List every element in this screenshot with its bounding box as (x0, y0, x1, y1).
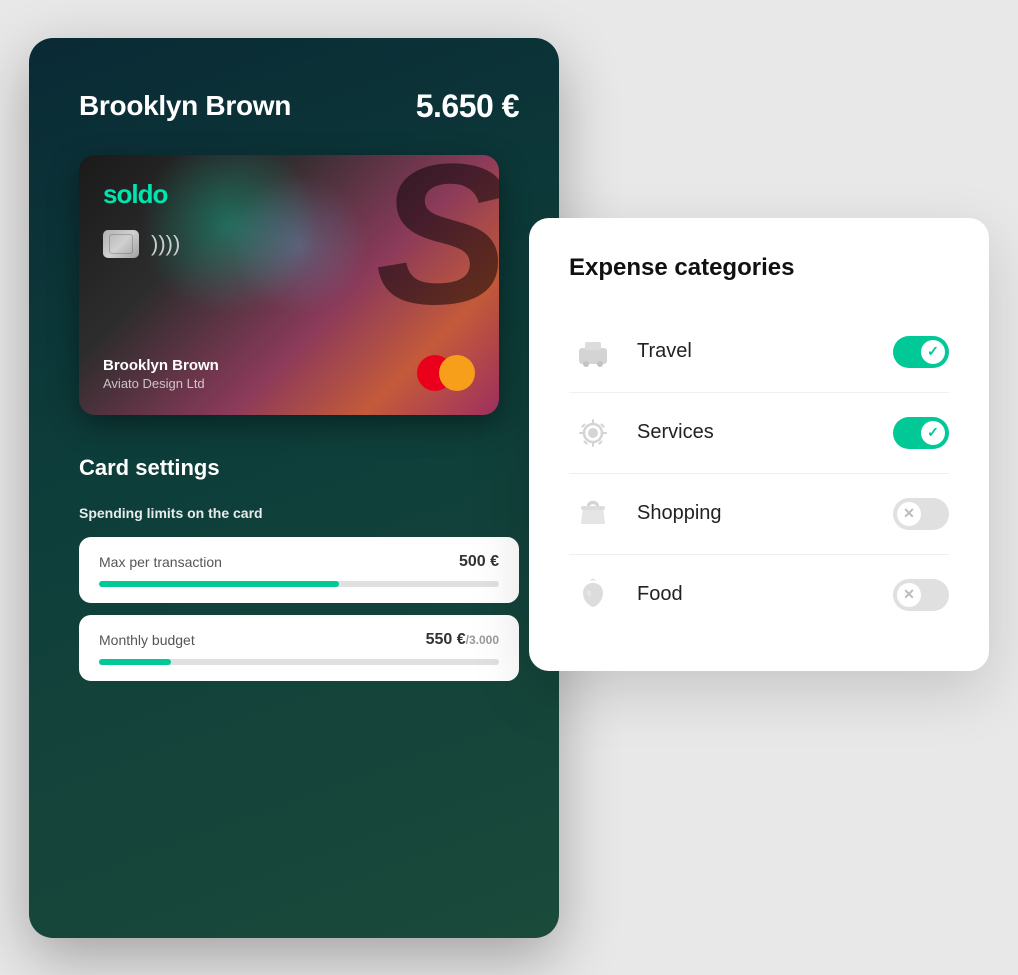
toggle-x-food: ✕ (903, 586, 915, 603)
card-holder-info: Brooklyn Brown Aviato Design Ltd (103, 357, 219, 391)
mastercard-logo (417, 355, 475, 391)
limit-row-monthly: Monthly budget 550 €/3.000 (99, 631, 499, 649)
card-header: Brooklyn Brown 5.650 € (79, 88, 519, 125)
limit-value-transaction: 500 € (459, 553, 499, 571)
toggle-travel[interactable]: ✓ (893, 336, 949, 368)
category-name-food: Food (637, 583, 893, 606)
limit-label-transaction: Max per transaction (99, 554, 222, 570)
toggle-thumb-food: ✕ (897, 583, 921, 607)
expense-panel-title: Expense categories (569, 254, 949, 282)
food-icon (569, 571, 617, 619)
card-chip-row: )))) (103, 230, 475, 258)
toggle-check-services: ✓ (927, 424, 939, 441)
toggle-track-services: ✓ (893, 417, 949, 449)
card-settings-section: Card settings Spending limits on the car… (79, 455, 519, 681)
expense-panel: Expense categories Travel ✓ (529, 218, 989, 671)
limit-value-monthly: 550 €/3.000 (426, 631, 499, 649)
card-panel: Brooklyn Brown 5.650 € soldo S )))) Broo… (29, 38, 559, 938)
toggle-check-travel: ✓ (927, 343, 939, 360)
limit-card-monthly: Monthly budget 550 €/3.000 (79, 615, 519, 681)
card-bottom: Brooklyn Brown Aviato Design Ltd (103, 355, 475, 391)
limit-card-transaction: Max per transaction 500 € (79, 537, 519, 603)
category-name-services: Services (637, 421, 893, 444)
mc-orange-circle (439, 355, 475, 391)
card-holder-name: Brooklyn Brown (103, 357, 219, 374)
travel-icon (569, 328, 617, 376)
limit-label-monthly: Monthly budget (99, 632, 195, 648)
category-item-services: Services ✓ (569, 393, 949, 474)
toggle-x-shopping: ✕ (903, 505, 915, 522)
toggle-services[interactable]: ✓ (893, 417, 949, 449)
toggle-track-shopping: ✕ (893, 498, 949, 530)
toggle-shopping[interactable]: ✕ (893, 498, 949, 530)
limit-subtext-monthly: /3.000 (466, 633, 499, 647)
card-balance: 5.650 € (416, 88, 519, 125)
toggle-thumb-travel: ✓ (921, 340, 945, 364)
toggle-track-food: ✕ (893, 579, 949, 611)
category-item-travel: Travel ✓ (569, 312, 949, 393)
toggle-thumb-services: ✓ (921, 421, 945, 445)
category-name-travel: Travel (637, 340, 893, 363)
card-owner-name: Brooklyn Brown (79, 90, 291, 122)
soldo-card: soldo S )))) Brooklyn Brown Aviato Desig… (79, 155, 499, 415)
toggle-track-travel: ✓ (893, 336, 949, 368)
toggle-thumb-shopping: ✕ (897, 502, 921, 526)
card-settings-title: Card settings (79, 455, 519, 481)
shopping-icon (569, 490, 617, 538)
progress-bar-fill-monthly (99, 659, 171, 665)
toggle-food[interactable]: ✕ (893, 579, 949, 611)
contactless-icon: )))) (151, 231, 180, 257)
soldo-logo: soldo (103, 179, 475, 210)
progress-bar-bg-monthly (99, 659, 499, 665)
category-name-shopping: Shopping (637, 502, 893, 525)
progress-bar-bg-transaction (99, 581, 499, 587)
limit-row-transaction: Max per transaction 500 € (99, 553, 499, 571)
category-item-shopping: Shopping ✕ (569, 474, 949, 555)
scene: Brooklyn Brown 5.650 € soldo S )))) Broo… (29, 38, 989, 938)
category-item-food: Food ✕ (569, 555, 949, 635)
services-icon (569, 409, 617, 457)
progress-bar-fill-transaction (99, 581, 339, 587)
spending-limits-title: Spending limits on the card (79, 505, 519, 521)
chip-icon (103, 230, 139, 258)
card-company: Aviato Design Ltd (103, 376, 219, 391)
